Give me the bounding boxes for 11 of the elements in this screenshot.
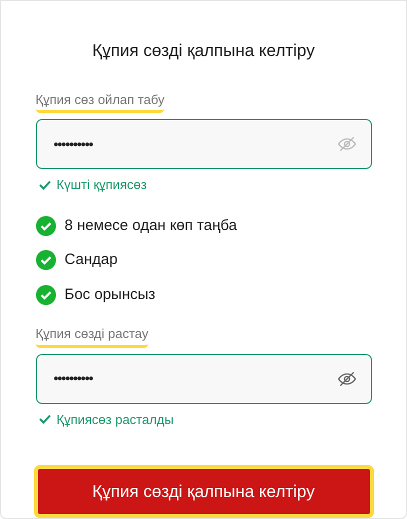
field-hint: Құпиясөз расталды [56,410,174,429]
rule-text: Бос орынсыз [64,284,156,304]
reset-password-button[interactable]: Құпия сөзді қалпына келтіру [34,465,374,518]
page-title: Құпия сөзді қалпына келтіру [92,40,315,62]
rule-text: Сандар [64,250,118,270]
password-field[interactable]: •••••••••• [36,354,372,404]
password-field[interactable]: •••••••••• [36,119,372,169]
field-label: Құпия сөзді растау [36,324,148,348]
rule-text: 8 немесе одан көп таңба [64,216,237,236]
field-hint: Күшті құпиясөз [56,176,147,194]
field-label: Құпия сөз ойлап табу [36,90,164,113]
